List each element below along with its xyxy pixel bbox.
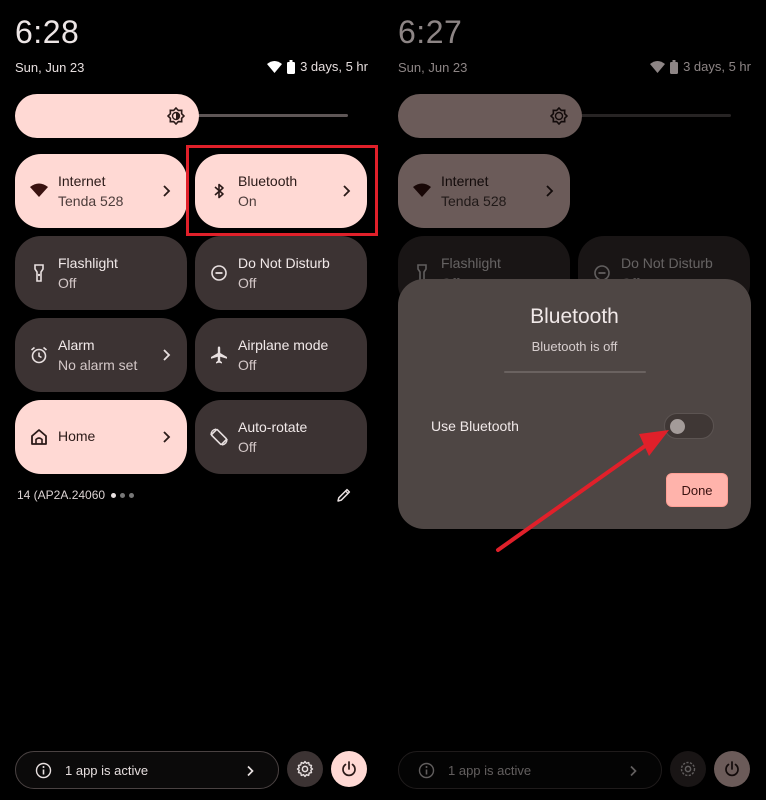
wifi-icon bbox=[267, 60, 283, 73]
tile-label: Do Not Disturb bbox=[238, 255, 330, 271]
page-indicator bbox=[111, 492, 135, 498]
use-bluetooth-label: Use Bluetooth bbox=[431, 418, 519, 434]
tile-alarm[interactable]: Alarm No alarm set bbox=[15, 318, 187, 392]
status-bar: 3 days, 5 hr bbox=[267, 59, 368, 74]
airplane-icon bbox=[211, 346, 227, 364]
tile-state: No alarm set bbox=[58, 357, 138, 373]
clock-time: 6:28 bbox=[15, 14, 80, 50]
chevron-right-icon bbox=[163, 349, 171, 361]
power-icon bbox=[342, 761, 356, 777]
edit-icon[interactable] bbox=[336, 487, 352, 503]
quick-settings-panel-right: 6:27 Sun, Jun 23 3 days, 5 hr Internet Te… bbox=[383, 0, 766, 800]
clock-date: Sun, Jun 23 bbox=[398, 60, 468, 75]
use-bluetooth-toggle[interactable] bbox=[664, 413, 714, 439]
tile-label: Flashlight bbox=[58, 255, 118, 271]
tile-state: Off bbox=[58, 275, 77, 291]
quick-settings-panel-left: 6:28 Sun, Jun 23 3 days, 5 hr Internet Te… bbox=[0, 0, 383, 800]
active-apps-text: 1 app is active bbox=[448, 763, 532, 778]
tile-internet[interactable]: Internet Tenda 528 bbox=[15, 154, 187, 228]
tile-auto-rotate[interactable]: Auto-rotate Off bbox=[195, 400, 367, 474]
page-dot bbox=[120, 492, 126, 498]
chevron-right-icon bbox=[163, 185, 171, 197]
active-apps-button: 1 app is active bbox=[398, 751, 662, 789]
bluetooth-highlight-box bbox=[186, 145, 378, 236]
alarm-icon bbox=[30, 346, 48, 364]
tile-state: Off bbox=[238, 439, 257, 455]
chevron-right-icon bbox=[163, 431, 171, 443]
tile-state: Off bbox=[238, 357, 257, 373]
tile-label: Auto-rotate bbox=[238, 419, 308, 435]
tile-label: Internet bbox=[441, 173, 489, 189]
tile-state: Tenda 528 bbox=[441, 193, 507, 209]
tile-label: Do Not Disturb bbox=[621, 255, 713, 271]
power-icon bbox=[725, 761, 739, 777]
brightness-icon bbox=[167, 107, 185, 125]
power-button[interactable] bbox=[331, 751, 367, 787]
active-apps-text: 1 app is active bbox=[65, 763, 149, 778]
tile-airplane-mode[interactable]: Airplane mode Off bbox=[195, 318, 367, 392]
settings-button bbox=[670, 751, 706, 787]
wifi-icon bbox=[30, 183, 48, 197]
settings-button[interactable] bbox=[287, 751, 323, 787]
active-apps-button[interactable]: 1 app is active bbox=[15, 751, 279, 789]
toggle-knob bbox=[670, 419, 685, 434]
tile-label: Internet bbox=[58, 173, 106, 189]
flashlight-icon bbox=[34, 264, 44, 282]
tile-label: Airplane mode bbox=[238, 337, 329, 353]
settings-icon bbox=[680, 761, 696, 777]
chevron-right-icon bbox=[630, 765, 637, 777]
power-button bbox=[714, 751, 750, 787]
tile-label: Home bbox=[58, 428, 96, 444]
tile-internet: Internet Tenda 528 bbox=[398, 154, 570, 228]
dialog-divider bbox=[504, 371, 646, 373]
status-bar: 3 days, 5 hr bbox=[650, 59, 751, 74]
clock-date: Sun, Jun 23 bbox=[15, 60, 85, 75]
build-number: 14 (AP2A.24060 bbox=[17, 488, 135, 502]
page-dot bbox=[129, 492, 135, 498]
dialog-subtitle: Bluetooth is off bbox=[531, 339, 618, 354]
home-icon bbox=[31, 429, 47, 445]
dialog-title: Bluetooth bbox=[530, 305, 619, 328]
auto-rotate-icon bbox=[210, 428, 228, 446]
tile-flashlight[interactable]: Flashlight Off bbox=[15, 236, 187, 310]
tile-state: Tenda 528 bbox=[58, 193, 124, 209]
bluetooth-dialog: Bluetooth Bluetooth is off Use Bluetooth… bbox=[398, 279, 751, 529]
info-icon bbox=[35, 762, 52, 779]
tile-home[interactable]: Home bbox=[15, 400, 187, 474]
page-dot bbox=[111, 492, 117, 498]
battery-icon bbox=[670, 59, 679, 74]
dnd-icon bbox=[211, 265, 227, 281]
tile-label: Flashlight bbox=[441, 255, 501, 271]
wifi-icon bbox=[650, 60, 666, 73]
battery-text: 3 days, 5 hr bbox=[683, 59, 751, 74]
settings-icon bbox=[296, 760, 314, 778]
info-icon bbox=[418, 762, 435, 779]
battery-text: 3 days, 5 hr bbox=[300, 59, 368, 74]
chevron-right-icon bbox=[247, 765, 254, 777]
tile-do-not-disturb[interactable]: Do Not Disturb Off bbox=[195, 236, 367, 310]
chevron-right-icon bbox=[546, 185, 554, 197]
tile-state: Off bbox=[238, 275, 257, 291]
battery-icon bbox=[287, 59, 296, 74]
clock-time: 6:27 bbox=[398, 14, 463, 50]
brightness-icon bbox=[550, 107, 568, 125]
build-text: 14 (AP2A.24060 bbox=[17, 488, 106, 502]
tile-label: Alarm bbox=[58, 337, 95, 353]
wifi-icon bbox=[413, 183, 431, 197]
done-button[interactable]: Done bbox=[666, 473, 728, 507]
